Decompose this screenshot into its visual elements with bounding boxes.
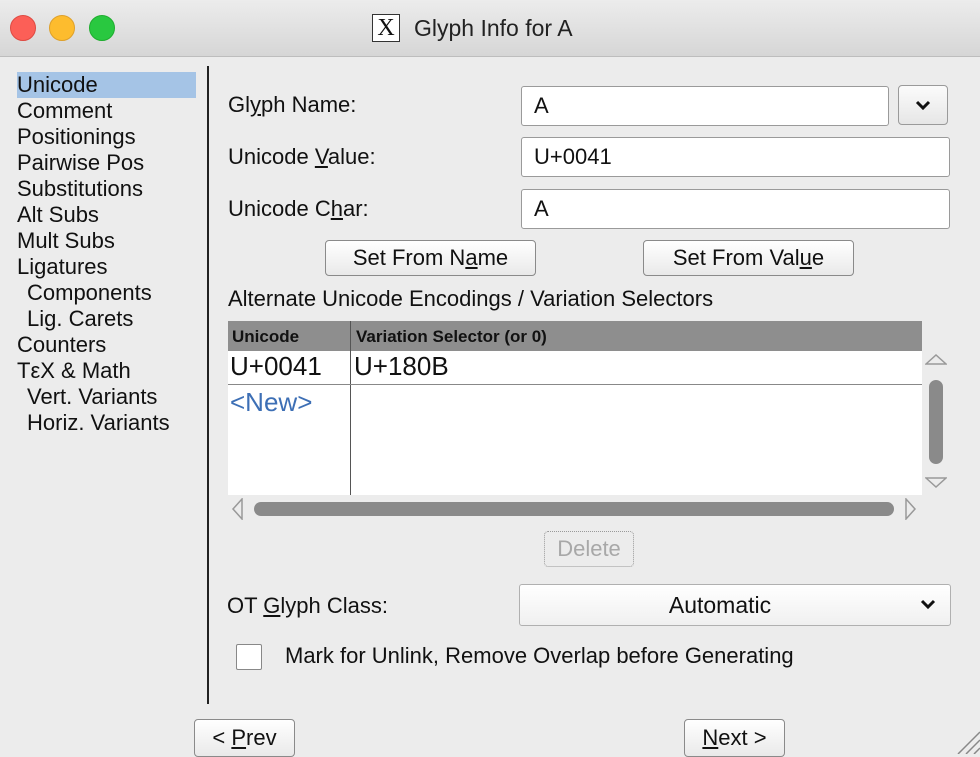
chevron-down-icon bbox=[920, 599, 936, 610]
glyph-name-dropdown-button[interactable] bbox=[898, 85, 948, 125]
horizontal-scroll-thumb[interactable] bbox=[254, 502, 894, 516]
resize-grip-icon[interactable] bbox=[950, 724, 980, 754]
sidebar: Unicode Comment Positionings Pairwise Po… bbox=[0, 56, 207, 704]
sidebar-item-ligatures[interactable]: Ligatures bbox=[17, 254, 108, 280]
column-separator bbox=[350, 321, 351, 495]
ot-glyph-class-select[interactable]: Automatic bbox=[519, 584, 951, 626]
sidebar-item-lig-carets[interactable]: Lig. Carets bbox=[27, 306, 133, 332]
sidebar-item-components[interactable]: Components bbox=[27, 280, 152, 306]
x-window-icon: X bbox=[372, 14, 400, 42]
window-title-group: X Glyph Info for A bbox=[372, 13, 573, 43]
unicode-value-label: Unicode Value: bbox=[228, 144, 376, 169]
scroll-up-arrow-icon[interactable] bbox=[925, 352, 947, 366]
sidebar-item-horiz-variants[interactable]: Horiz. Variants bbox=[27, 410, 170, 436]
scroll-right-arrow-icon[interactable] bbox=[904, 498, 918, 520]
prev-button[interactable]: < Prev bbox=[194, 719, 295, 757]
sidebar-item-substitutions[interactable]: Substitutions bbox=[17, 176, 143, 202]
sidebar-item-mult-subs[interactable]: Mult Subs bbox=[17, 228, 115, 254]
table-header: Unicode Variation Selector (or 0) bbox=[228, 321, 922, 351]
glyph-name-field[interactable]: A bbox=[521, 86, 889, 126]
sidebar-item-alt-subs[interactable]: Alt Subs bbox=[17, 202, 99, 228]
column-header-unicode[interactable]: Unicode bbox=[232, 321, 299, 351]
sidebar-item-vert-variants[interactable]: Vert. Variants bbox=[27, 384, 157, 410]
zoom-window-button[interactable] bbox=[89, 15, 115, 41]
sidebar-item-positionings[interactable]: Positionings bbox=[17, 124, 136, 150]
sidebar-item-counters[interactable]: Counters bbox=[17, 332, 106, 358]
unicode-value-field[interactable]: U+0041 bbox=[521, 137, 950, 177]
window-title: Glyph Info for A bbox=[414, 14, 573, 41]
glyph-name-label: Glyph Name: bbox=[228, 92, 357, 117]
next-button[interactable]: Next > bbox=[684, 719, 785, 757]
window-titlebar: X Glyph Info for A bbox=[0, 0, 980, 57]
column-header-variation-selector[interactable]: Variation Selector (or 0) bbox=[356, 321, 547, 351]
table-vertical-scrollbar[interactable] bbox=[922, 350, 950, 495]
set-from-name-button[interactable]: Set From Na me bbox=[325, 240, 536, 276]
table-horizontal-scrollbar[interactable] bbox=[228, 496, 922, 522]
minimize-window-button[interactable] bbox=[49, 15, 75, 41]
delete-button: Delete bbox=[544, 531, 634, 567]
vertical-scroll-thumb[interactable] bbox=[929, 380, 943, 464]
scroll-down-arrow-icon[interactable] bbox=[925, 476, 947, 490]
sidebar-item-unicode[interactable]: Unicode bbox=[17, 72, 196, 98]
unlink-checkbox[interactable] bbox=[236, 644, 262, 670]
ot-glyph-class-value: Automatic bbox=[668, 592, 772, 618]
unicode-char-label: Unicode Char: bbox=[228, 196, 369, 221]
close-window-button[interactable] bbox=[10, 15, 36, 41]
chevron-down-icon bbox=[915, 100, 931, 110]
new-row-link[interactable]: <New> bbox=[230, 387, 312, 418]
ot-glyph-class-label: OT Glyph Class: bbox=[227, 593, 388, 618]
table-cell-variation-selector[interactable]: U+180B bbox=[354, 351, 449, 382]
sidebar-item-comment[interactable]: Comment bbox=[17, 98, 112, 124]
alternates-heading: Alternate Unicode Encodings / Variation … bbox=[228, 286, 714, 311]
sidebar-divider bbox=[207, 66, 209, 704]
row-divider bbox=[228, 384, 922, 385]
alternates-table: Unicode Variation Selector (or 0) U+0041… bbox=[228, 321, 922, 495]
unlink-checkbox-label[interactable]: Mark for Unlink, Remove Overlap before G… bbox=[285, 643, 794, 669]
sidebar-item-pairwise-pos[interactable]: Pairwise Pos bbox=[17, 150, 144, 176]
scroll-left-arrow-icon[interactable] bbox=[230, 498, 244, 520]
set-from-value-button[interactable]: Set From Val u e bbox=[643, 240, 854, 276]
sidebar-item-tex-math[interactable]: TεX & Math bbox=[17, 358, 131, 384]
unicode-char-field[interactable]: A bbox=[521, 189, 950, 229]
table-cell-unicode[interactable]: U+0041 bbox=[230, 351, 322, 382]
